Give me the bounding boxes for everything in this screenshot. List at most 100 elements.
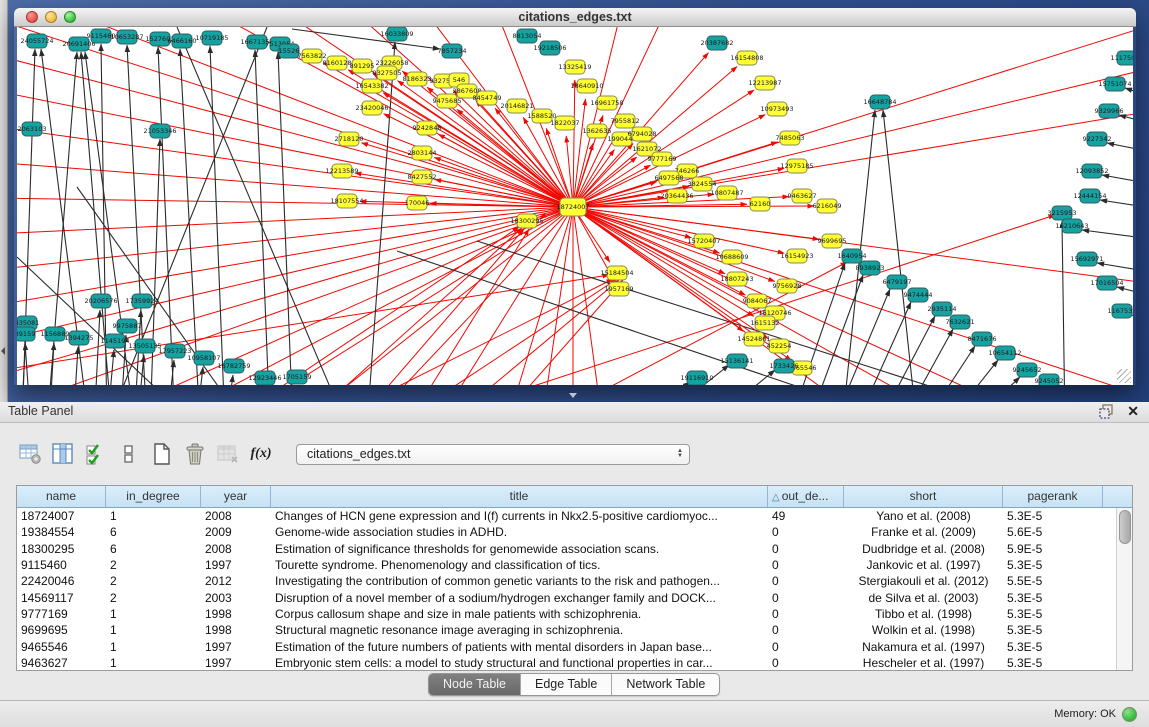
tab-node-table[interactable]: Node Table <box>429 674 521 695</box>
graph-node-label: 23420046 <box>355 104 388 112</box>
float-window-icon[interactable] <box>1099 404 1115 419</box>
column-header-year[interactable]: year <box>201 486 271 507</box>
citation-edge-black <box>77 187 247 385</box>
sort-ascending-icon: △ <box>772 492 780 503</box>
network-window-titlebar[interactable]: citations_edges.txt <box>14 8 1136 27</box>
cell-name: 18300295 <box>17 542 106 556</box>
citation-edge-black <box>1097 263 1133 272</box>
close-panel-icon[interactable]: ✕ <box>1127 404 1139 419</box>
cell-year: 2012 <box>201 574 271 588</box>
cell-title: Tourette syndrome. Phenomenology and cla… <box>271 558 768 572</box>
table-settings-button[interactable] <box>18 442 42 466</box>
graph-node-label: 24055724 <box>20 37 53 45</box>
graph-node-label: 16210643 <box>1055 222 1088 230</box>
graph-node-label: 15692971 <box>1070 255 1103 263</box>
graph-node-label: 6479197 <box>883 278 912 286</box>
graph-node-label: 9699695 <box>818 237 847 245</box>
graph-node-label: 9975887 <box>113 322 142 330</box>
scrollbar-thumb[interactable] <box>1119 510 1131 544</box>
graph-node-label: 9777169 <box>648 155 677 163</box>
graph-node-label: 1145194 <box>101 337 130 345</box>
citation-edge-red <box>573 99 586 207</box>
citation-edge-red <box>407 280 619 385</box>
graph-node-label: 8813054 <box>513 32 542 40</box>
close-button[interactable] <box>26 11 38 23</box>
graph-node-label: 8938923 <box>856 264 885 272</box>
graph-node-label: 9245052 <box>1035 377 1064 385</box>
column-header-title[interactable]: title <box>271 486 768 507</box>
table-settings-icon <box>18 442 42 466</box>
citation-edge-black <box>73 347 78 385</box>
table-row[interactable]: 946554611997Estimation of the future num… <box>17 638 1117 654</box>
graph-node-label: 20387682 <box>700 39 733 47</box>
window-resize-grip[interactable] <box>1117 369 1131 383</box>
citation-edge-black <box>210 46 225 385</box>
cell-name: 19384554 <box>17 525 106 539</box>
unselect-rows-button[interactable] <box>117 442 141 466</box>
cell-name: 9115460 <box>17 558 106 572</box>
citation-network-graph[interactable]: 1872400775638228160128891295232260589327… <box>17 27 1133 385</box>
tab-edge-table[interactable]: Edge Table <box>521 674 612 695</box>
cell-in_degree: 1 <box>106 623 201 637</box>
citation-edge-red <box>17 197 573 207</box>
table-row[interactable]: 1830029562008Estimation of significance … <box>17 541 1117 557</box>
cell-title: Investigating the contribution of common… <box>271 574 768 588</box>
cell-pagerank: 5.3E-5 <box>1003 558 1103 572</box>
column-header-name[interactable]: name <box>17 486 106 507</box>
citation-edge-red <box>537 207 573 385</box>
cell-title: Genome-wide association studies in ADHD. <box>271 525 768 539</box>
graph-node-label: 10654112 <box>988 349 1021 357</box>
table-row[interactable]: 946362711997Embryonic stem cells: a mode… <box>17 655 1117 670</box>
cell-name: 9699695 <box>17 623 106 637</box>
cell-title: Changes of HCN gene expression and I(f) … <box>271 509 768 523</box>
memory-ok-indicator-icon[interactable] <box>1122 707 1137 722</box>
table-selector-dropdown[interactable]: citations_edges.txt ▲▼ <box>296 444 690 465</box>
delete-rows-button[interactable] <box>183 442 207 466</box>
table-row[interactable]: 1456911722003Disruption of a novel membe… <box>17 589 1117 605</box>
citation-edge-red <box>573 207 1133 287</box>
cell-year: 2003 <box>201 591 271 605</box>
hidden-panel-edge[interactable] <box>0 0 8 402</box>
table-panel: Table Panel ✕ <box>0 402 1149 700</box>
table-row[interactable]: 977716911998Corpus callosum shape and si… <box>17 606 1117 622</box>
graph-node-label: 62160 <box>750 200 771 208</box>
column-header-in_degree[interactable]: in_degree <box>106 486 201 507</box>
citation-edge-black <box>705 370 775 385</box>
column-header-pagerank[interactable]: pagerank <box>1003 486 1103 507</box>
column-header-out_de[interactable]: △out_de... <box>768 486 844 507</box>
function-builder-button[interactable]: f(x) <box>249 442 273 466</box>
minimize-button[interactable] <box>45 11 57 23</box>
table-row[interactable]: 1938455462009Genome-wide association stu… <box>17 524 1117 540</box>
graph-node-label: 2803144 <box>408 149 437 157</box>
new-table-button[interactable] <box>150 442 174 466</box>
citation-edge-black <box>1132 315 1133 324</box>
citation-edge-red <box>17 207 573 237</box>
table-row[interactable]: 2242004622012Investigating the contribut… <box>17 573 1117 589</box>
panel-divider[interactable] <box>567 392 579 399</box>
node-table: namein_degreeyeartitle△out_de...shortpag… <box>16 485 1133 671</box>
graph-node-label: 16033809 <box>380 30 413 38</box>
column-edit-button[interactable] <box>51 442 75 466</box>
table-row[interactable]: 969969511998Structural magnetic resonanc… <box>17 622 1117 638</box>
citation-edge-black <box>292 29 440 49</box>
graph-node-label: 17359924 <box>125 297 158 305</box>
zoom-button[interactable] <box>64 11 76 23</box>
graph-node-label: 6794028 <box>628 130 657 138</box>
citation-edge-red <box>573 207 1017 385</box>
graph-node-label: 452254 <box>767 342 792 350</box>
citation-edge-black <box>1062 221 1065 385</box>
select-all-button[interactable] <box>84 442 108 466</box>
cell-in_degree: 1 <box>106 640 201 654</box>
cell-pagerank: 5.3E-5 <box>1003 640 1103 654</box>
table-row[interactable]: 1872400712008Changes of HCN gene express… <box>17 508 1117 524</box>
graph-node-label: 20146821 <box>500 102 533 110</box>
vertical-scrollbar[interactable] <box>1116 508 1132 670</box>
network-canvas[interactable]: 1872400775638228160128891295232260589327… <box>17 27 1133 385</box>
cell-pagerank: 5.3E-5 <box>1003 509 1103 523</box>
tab-network-table[interactable]: Network Table <box>612 674 719 695</box>
table-row[interactable]: 911546021997Tourette syndrome. Phenomeno… <box>17 557 1117 573</box>
cell-title: Estimation of the future numbers of pati… <box>271 640 768 654</box>
cell-in_degree: 2 <box>106 591 201 605</box>
citation-edge-black <box>177 27 347 385</box>
column-header-short[interactable]: short <box>844 486 1003 507</box>
